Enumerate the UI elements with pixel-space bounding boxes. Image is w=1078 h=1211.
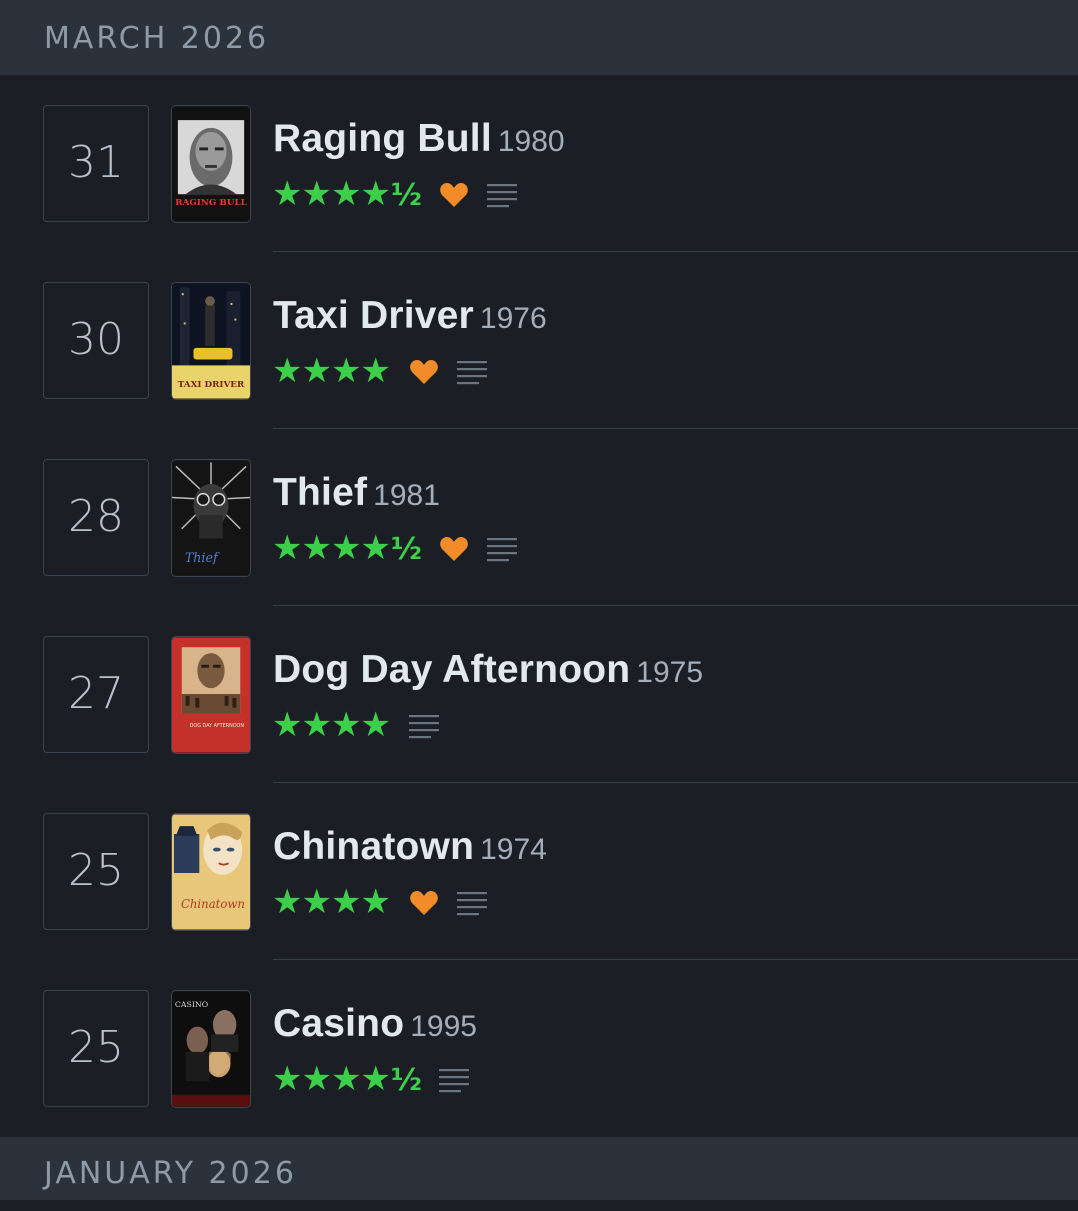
heart-icon[interactable] bbox=[409, 889, 439, 917]
film-title[interactable]: Chinatown bbox=[273, 825, 474, 868]
diary-entry[interactable]: 25 CASINO Casino 1995 ★★★★½ bbox=[0, 960, 1078, 1137]
heart-icon[interactable] bbox=[439, 535, 469, 563]
heart-icon[interactable] bbox=[439, 181, 469, 209]
dog-day-afternoon-poster-icon: DOG DAY AFTERNOON bbox=[172, 637, 250, 753]
day-number[interactable]: 27 bbox=[43, 636, 149, 753]
raging-bull-poster-title: RAGING BULL bbox=[175, 198, 247, 208]
review-lines-icon[interactable] bbox=[456, 358, 487, 386]
film-poster[interactable]: Thief bbox=[171, 459, 251, 577]
month-header-january: JANUARY 2026 bbox=[0, 1137, 1078, 1200]
film-title-line[interactable]: Chinatown 1974 bbox=[273, 825, 547, 869]
star-rating: ★★★★ bbox=[272, 351, 391, 393]
stars-text: ★★★★ bbox=[272, 705, 391, 745]
film-title[interactable]: Casino bbox=[273, 1002, 404, 1045]
star-rating: ★★★★ bbox=[272, 882, 391, 924]
chinatown-poster-title: Chinatown bbox=[181, 897, 245, 911]
film-title[interactable]: Raging Bull bbox=[273, 117, 492, 160]
film-year[interactable]: 1975 bbox=[636, 656, 703, 689]
heart-icon[interactable] bbox=[409, 358, 439, 386]
chinatown-poster-icon: Chinatown bbox=[172, 814, 250, 930]
film-title[interactable]: Thief bbox=[273, 471, 367, 514]
casino-poster-title: CASINO bbox=[175, 1000, 208, 1009]
diary-entry[interactable]: 27 DOG DAY AFTERNOON Dog Day Afternoon 19… bbox=[0, 606, 1078, 783]
day-number[interactable]: 28 bbox=[43, 459, 149, 576]
review-lines-icon[interactable] bbox=[438, 1066, 469, 1094]
rating-row: ★★★★½ bbox=[272, 1059, 469, 1101]
film-year[interactable]: 1981 bbox=[373, 479, 440, 512]
day-number[interactable]: 30 bbox=[43, 282, 149, 399]
rating-row: ★★★★½ bbox=[272, 528, 517, 570]
film-poster[interactable]: RAGING BULL bbox=[171, 105, 251, 223]
dog-day-poster-title: DOG DAY AFTERNOON bbox=[190, 723, 245, 729]
diary-entry[interactable]: 28 Thief Thief 1981 ★★★★½ bbox=[0, 429, 1078, 606]
review-lines-icon[interactable] bbox=[486, 535, 517, 563]
star-rating: ★★★★½ bbox=[272, 1059, 422, 1101]
day-number[interactable]: 25 bbox=[43, 813, 149, 930]
film-title-line[interactable]: Raging Bull 1980 bbox=[273, 117, 565, 161]
film-title-line[interactable]: Dog Day Afternoon 1975 bbox=[273, 648, 703, 692]
half-star: ½ bbox=[390, 532, 422, 567]
month-header-march: MARCH 2026 bbox=[0, 0, 1078, 75]
film-poster[interactable]: TAXI DRIVER bbox=[171, 282, 251, 400]
star-rating: ★★★★ bbox=[272, 705, 391, 747]
stars-text: ★★★★ bbox=[272, 174, 391, 214]
diary-entry[interactable]: 30 TAXI DRIVER Taxi Driver 1976 ★★★★ bbox=[0, 252, 1078, 429]
film-title[interactable]: Dog Day Afternoon bbox=[273, 648, 630, 691]
casino-poster-icon: CASINO bbox=[172, 991, 250, 1107]
review-lines-icon[interactable] bbox=[486, 181, 517, 209]
star-rating: ★★★★½ bbox=[272, 174, 422, 216]
thief-poster-icon: Thief bbox=[172, 460, 250, 576]
film-title-line[interactable]: Taxi Driver 1976 bbox=[273, 294, 547, 338]
rating-row: ★★★★ bbox=[272, 705, 439, 747]
film-title-line[interactable]: Thief 1981 bbox=[273, 471, 440, 515]
stars-text: ★★★★ bbox=[272, 882, 391, 922]
star-rating: ★★★★½ bbox=[272, 528, 422, 570]
day-number[interactable]: 25 bbox=[43, 990, 149, 1107]
diary-entry[interactable]: 31 RAGING BULL Raging Bull 1980 ★★★★½ bbox=[0, 75, 1078, 252]
film-year[interactable]: 1980 bbox=[498, 125, 565, 158]
day-number[interactable]: 31 bbox=[43, 105, 149, 222]
film-year[interactable]: 1976 bbox=[480, 302, 547, 335]
film-poster[interactable]: DOG DAY AFTERNOON bbox=[171, 636, 251, 754]
film-year[interactable]: 1995 bbox=[410, 1010, 477, 1043]
film-title[interactable]: Taxi Driver bbox=[273, 294, 474, 337]
film-poster[interactable]: Chinatown bbox=[171, 813, 251, 931]
half-star: ½ bbox=[390, 1063, 422, 1098]
film-poster[interactable]: CASINO bbox=[171, 990, 251, 1108]
stars-text: ★★★★ bbox=[272, 351, 391, 391]
rating-row: ★★★★ bbox=[272, 882, 487, 924]
diary-entry[interactable]: 25 Chinatown Chinatown 1974 ★★★★ bbox=[0, 783, 1078, 960]
rating-row: ★★★★½ bbox=[272, 174, 517, 216]
half-star: ½ bbox=[390, 178, 422, 213]
review-lines-icon[interactable] bbox=[408, 712, 439, 740]
review-lines-icon[interactable] bbox=[456, 889, 487, 917]
taxi-driver-poster-icon: TAXI DRIVER bbox=[172, 283, 250, 399]
thief-poster-title: Thief bbox=[185, 550, 220, 565]
stars-text: ★★★★ bbox=[272, 528, 391, 568]
film-year[interactable]: 1974 bbox=[480, 833, 547, 866]
raging-bull-poster-icon: RAGING BULL bbox=[172, 106, 250, 222]
stars-text: ★★★★ bbox=[272, 1059, 391, 1099]
rating-row: ★★★★ bbox=[272, 351, 487, 393]
film-title-line[interactable]: Casino 1995 bbox=[273, 1002, 477, 1046]
taxi-driver-poster-title: TAXI DRIVER bbox=[178, 380, 245, 390]
